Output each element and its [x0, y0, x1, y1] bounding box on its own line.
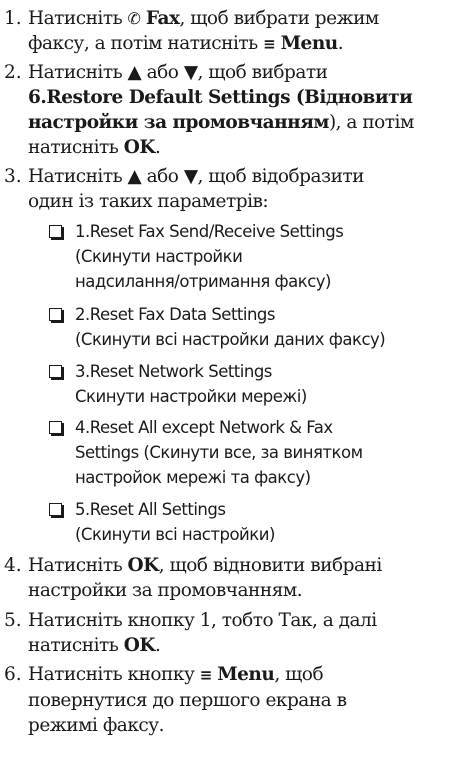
step-text: Натисніть кнопку ≡ Menu, щоб повернутися…	[28, 662, 448, 738]
step-line: Натисніть ✆ Fax, щоб вибрати режим	[28, 8, 379, 29]
checkbox-bullet-icon	[49, 308, 62, 321]
step-line: Натисніть кнопку 1, тобто Так, а далі	[28, 610, 377, 631]
step-text: Натисніть ▲ або ▼, щоб відобразити один …	[28, 164, 448, 214]
step-line: Натисніть ▲ або ▼, щоб відобразити	[28, 166, 365, 187]
checkbox-bullet-icon	[49, 365, 62, 378]
step-line: факсу, а потім натисніть ≡ Menu.	[28, 33, 344, 54]
step-number: 1.	[4, 8, 22, 29]
step-text: Натисніть кнопку 1, тобто Так, а далі на…	[28, 608, 448, 658]
step-text: Натисніть ✆ Fax, щоб вибрати режим факсу…	[28, 6, 448, 57]
checkbox-bullet-icon	[49, 421, 62, 434]
step-line: повернутися до першого екрана в	[28, 690, 347, 711]
step-line: 6.Restore Default Settings (Відновити	[28, 87, 413, 108]
checkbox-bullet-icon	[49, 503, 62, 516]
menu-icon: ≡	[263, 35, 276, 53]
step-number: 2.	[4, 62, 22, 83]
step-line: натисніть OK.	[28, 137, 161, 158]
step-line: один із таких параметрів:	[28, 191, 269, 212]
step-number: 4.	[4, 555, 22, 576]
step-text: Натисніть OK, щоб відновити вибрані наст…	[28, 553, 448, 603]
step-line: Натисніть ▲ або ▼, щоб вибрати	[28, 62, 328, 83]
step-line: натисніть OK.	[28, 635, 161, 656]
step-number: 5.	[4, 610, 22, 631]
step-line: режимі факсу.	[28, 715, 165, 736]
step-line: Натисніть OK, щоб відновити вибрані	[28, 555, 382, 576]
step-line: настройки за промовчанням), а потім	[28, 112, 414, 133]
step-line: Натисніть кнопку ≡ Menu, щоб	[28, 664, 324, 685]
step-number: 3.	[4, 166, 22, 187]
step-number: 6.	[4, 664, 22, 685]
checkbox-bullet-icon	[49, 225, 62, 238]
step-text: Натисніть ▲ або ▼, щоб вибрати 6.Restore…	[28, 60, 448, 160]
fax-icon: ✆	[127, 9, 141, 28]
menu-icon: ≡	[199, 666, 213, 684]
step-line: настройки за промовчанням.	[28, 580, 303, 601]
